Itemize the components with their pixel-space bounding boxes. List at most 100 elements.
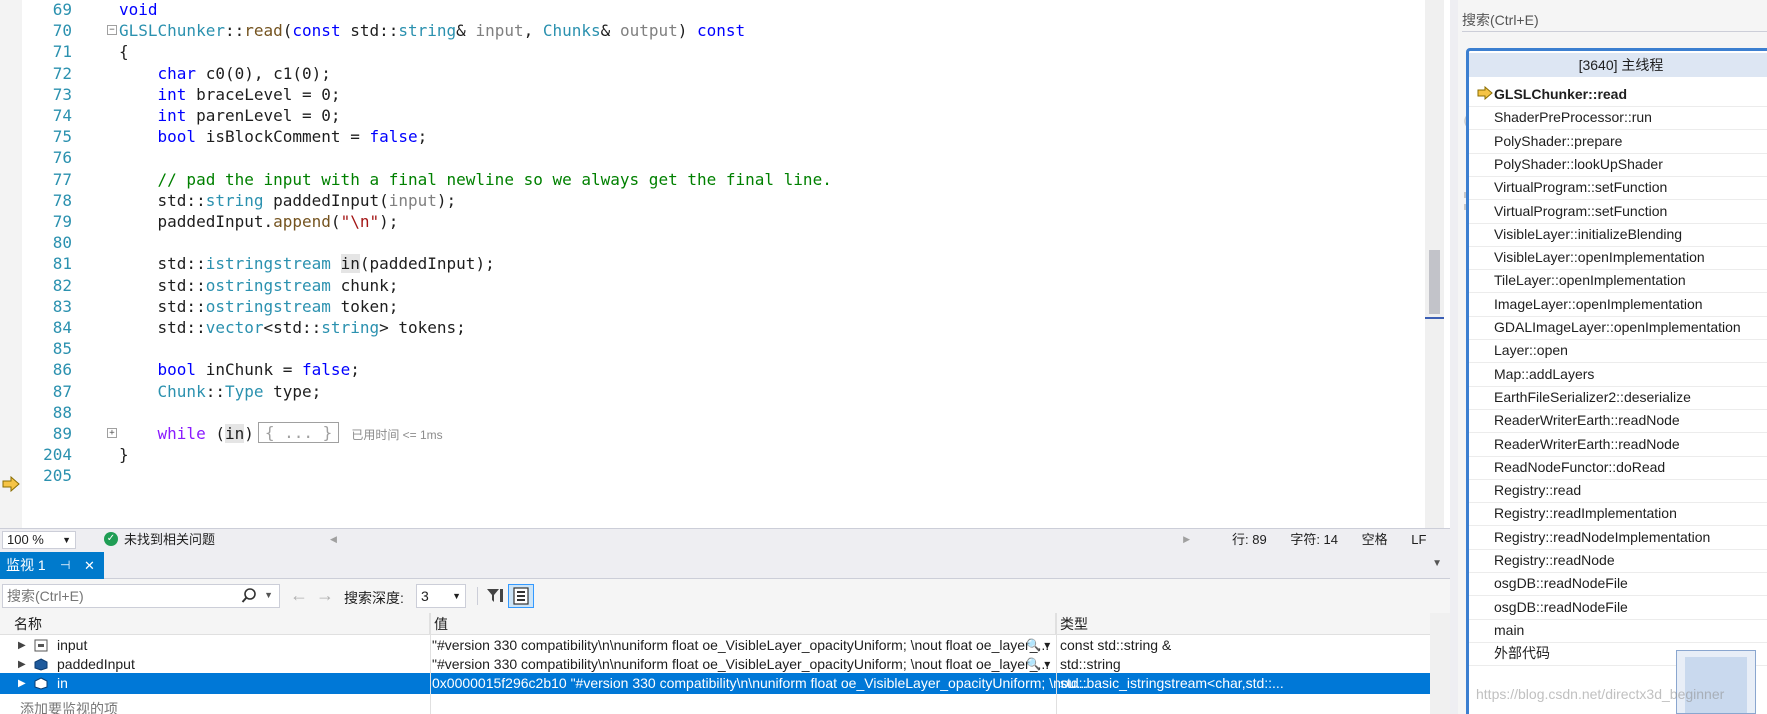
code-line[interactable]: 75 bool isBlockComment = false; [0,125,1425,148]
thread-header[interactable]: [3640] 主线程 [1469,53,1767,77]
column-header-name[interactable]: 名称 [0,613,430,635]
hexadecimal-display-button[interactable] [508,584,534,608]
search-next-arrow-icon[interactable]: → [316,585,334,605]
issues-indicator[interactable]: ✓ 未找到相关问题 [104,532,215,548]
watch-row[interactable]: ▶ paddedInput "#version 330 compatibility\… [0,654,1430,675]
expand-arrow-icon[interactable]: ▶ [18,673,26,694]
tab-watch-1[interactable]: 监视 1 ⊣ ✕ [0,552,104,579]
char-indicator[interactable]: 字符: 14 [1290,532,1338,547]
code-editor[interactable]: 69 void 70− GLSLChunker::read(const std::st… [0,0,1450,528]
watch-grid[interactable]: 名称 值 类型 ▶ input "#version 330 compatibilit… [0,613,1430,714]
watch-name[interactable]: input [57,635,87,656]
stack-frame[interactable]: Registry::readImplementation [1469,500,1767,527]
code-line[interactable]: 87 Chunk::Type type; [0,380,1425,403]
code-line[interactable]: 86 bool inChunk = false; [0,358,1425,381]
watch-search-box[interactable]: ▼ [2,584,280,608]
stack-frame[interactable]: osgDB::readNodeFile [1469,594,1767,620]
editor-vertical-scrollbar[interactable] [1425,0,1444,528]
collapse-icon[interactable]: − [107,25,117,36]
stack-frame[interactable]: GLSLChunker::read [1469,81,1767,107]
watch-name[interactable]: in [57,673,68,694]
collapsed-block[interactable]: { ... } [257,422,340,443]
column-divider[interactable] [1056,613,1057,714]
code-line[interactable]: 69 void [0,0,1425,21]
chevron-down-icon[interactable]: ▼ [264,590,273,600]
code-line[interactable]: 76 [0,146,1425,169]
code-line[interactable]: 84 std::vector<std::string> tokens; [0,316,1425,339]
code-line[interactable]: 205 [0,464,1425,487]
watch-name[interactable]: paddedInput [57,654,135,675]
zoom-select[interactable]: 100 % ▼ [2,531,76,549]
watch-search-input[interactable] [3,585,243,607]
stack-frame[interactable]: Layer::open [1469,337,1767,364]
watch-value[interactable]: "#version 330 compatibility\n\nuniform f… [432,654,1098,675]
pin-icon[interactable]: ⊣ [60,552,70,579]
watch-row[interactable]: ▶ in 0x0000015f296c2b10 "#version 330 comp… [0,673,1430,694]
eol-indicator[interactable]: LF [1411,532,1426,547]
line-indicator[interactable]: 行: 89 [1232,532,1267,547]
stack-frame[interactable]: TileLayer::openImplementation [1469,267,1767,294]
column-header-value[interactable]: 值 [430,613,1056,635]
editor-horizontal-scrollbar[interactable]: ◀ ▶ [330,534,1190,546]
search-previous-arrow-icon[interactable]: ← [290,585,308,605]
thread-stack-box[interactable]: [3640] 主线程 GLSLChunker::read ShaderPrePro… [1466,48,1767,714]
stack-frame[interactable]: ReadNodeFunctor::doRead [1469,454,1767,480]
stack-frame[interactable]: PolyShader::lookUpShader [1469,151,1767,177]
code-line[interactable]: 80 [0,231,1425,254]
stack-frame[interactable]: VirtualProgram::setFunction [1469,174,1767,201]
stack-search-input[interactable]: 搜索(Ctrl+E) [1462,8,1767,32]
stack-frame[interactable]: ReaderWriterEarth::readNode [1469,431,1767,457]
stack-frame[interactable]: PolyShader::prepare [1469,128,1767,154]
code-line[interactable]: 71 { [0,40,1425,63]
code-line[interactable]: 204} [0,443,1425,466]
watch-row[interactable]: ▶ input "#version 330 compatibility\n\nuni… [0,635,1430,656]
code-line[interactable]: 89 + while (in){ ... } 已用时间 <= 1ms [0,422,1425,445]
stack-frame[interactable]: VirtualProgram::setFunction [1469,198,1767,224]
add-watch-item[interactable]: 添加要监视的项 [20,699,118,714]
expand-arrow-icon[interactable]: ▶ [18,635,26,656]
stack-frame[interactable]: ReaderWriterEarth::readNode [1469,407,1767,434]
search-icon[interactable] [241,587,257,605]
scroll-left-icon[interactable]: ◀ [330,534,337,545]
stack-frame[interactable]: GDALImageLayer::openImplementation [1469,314,1767,340]
expand-arrow-icon[interactable]: ▶ [18,654,26,675]
code-line[interactable]: 73 int braceLevel = 0; [0,83,1425,106]
expand-icon[interactable]: + [107,428,117,438]
filter-icon[interactable] [484,585,506,607]
stack-frame[interactable]: ShaderPreProcessor::run [1469,104,1767,131]
minimap-thumbnail[interactable] [1676,650,1756,714]
watch-vertical-scrollbar[interactable] [1430,613,1450,714]
code-line[interactable]: 74 int parenLevel = 0; [0,104,1425,127]
stack-frame[interactable]: Registry::readNode [1469,547,1767,573]
watch-value[interactable]: 0x0000015f296c2b10 "#version 330 compati… [432,673,1098,694]
code-line[interactable]: 79 paddedInput.append("\n"); [0,210,1425,233]
code-line[interactable]: 85 [0,337,1425,360]
stack-frame[interactable]: Map::addLayers [1469,361,1767,387]
stack-frame[interactable]: Registry::readNodeImplementation [1469,524,1767,550]
whitespace-indicator[interactable]: 空格 [1362,532,1388,547]
text-visualizer-icon[interactable]: 🔍 ▾ [1026,635,1050,656]
stack-frame[interactable]: osgDB::readNodeFile [1469,570,1767,597]
column-header-type[interactable]: 类型 [1056,613,1430,635]
close-icon[interactable]: ✕ [84,552,95,579]
stack-frame[interactable]: main [1469,617,1767,643]
stack-frame[interactable]: VisibleLayer::initializeBlending [1469,221,1767,247]
stack-frame[interactable]: VisibleLayer::openImplementation [1469,244,1767,271]
scroll-right-icon[interactable]: ▶ [1183,534,1190,545]
code-line[interactable]: 83 std::ostringstream token; [0,295,1425,318]
editor-scroll-thumb[interactable] [1429,250,1440,314]
column-divider[interactable] [430,613,431,714]
code-line[interactable]: 72 char c0(0), c1(0); [0,62,1425,85]
code-line[interactable]: 70 − GLSLChunker::read(const std::string& … [0,19,1425,42]
panel-splitter[interactable] [1450,0,1458,714]
search-depth-select[interactable]: 3 ▼ [416,584,466,608]
code-line[interactable]: 88 [0,401,1425,424]
stack-frame[interactable]: Registry::read [1469,477,1767,504]
watch-value[interactable]: "#version 330 compatibility\n\nuniform f… [432,635,1098,656]
code-line[interactable]: 81 std::istringstream in(paddedInput); [0,252,1425,275]
panel-menu-chevron-icon[interactable]: ▼ [1432,558,1442,569]
stack-frame[interactable]: ImageLayer::openImplementation [1469,291,1767,317]
text-visualizer-icon[interactable]: 🔍 ▾ [1026,654,1050,675]
code-line[interactable]: 77 // pad the input with a final newline… [0,168,1425,191]
code-line[interactable]: 78 std::string paddedInput(input); [0,189,1425,212]
